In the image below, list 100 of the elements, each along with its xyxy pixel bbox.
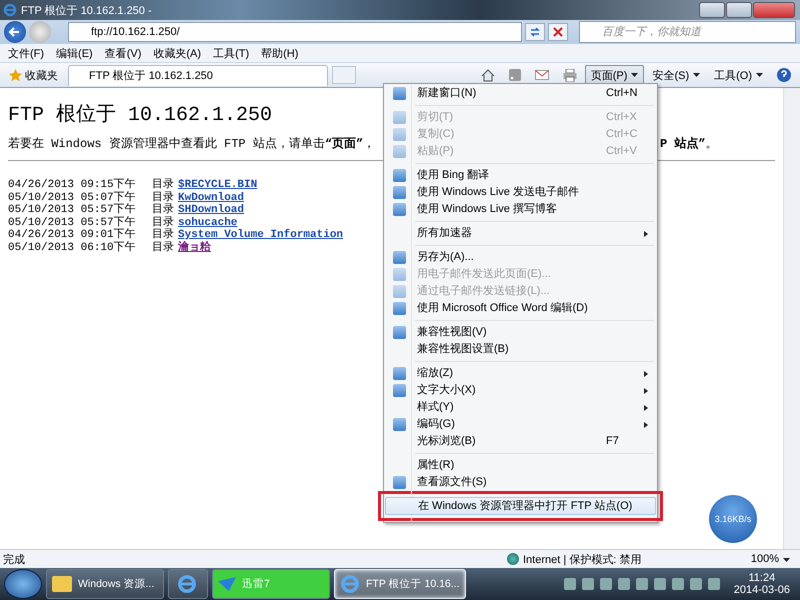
close-icon (553, 27, 563, 37)
menu-item[interactable]: 兼容性视图设置(B) (385, 341, 656, 358)
minimize-button[interactable] (699, 2, 725, 18)
menu-item[interactable]: 编辑(E) (52, 46, 97, 60)
submenu-arrow-icon (644, 370, 648, 376)
menu-icon (392, 302, 406, 315)
search-field[interactable]: 百度一下，你就知道 (579, 21, 796, 43)
back-arrow-icon (8, 25, 22, 39)
menu-icon (392, 268, 406, 281)
menu-item[interactable]: 光标浏览(B) F7 (385, 433, 656, 450)
menu-icon (392, 186, 406, 199)
tray-icon[interactable] (564, 578, 576, 590)
menu-item[interactable]: 使用 Windows Live 撰写博客 (385, 201, 656, 218)
submenu-arrow-icon (644, 388, 648, 394)
folder-link[interactable]: KwDownload (178, 192, 244, 204)
tray-icon[interactable] (654, 578, 666, 590)
menu-item[interactable]: 工具(T) (209, 46, 254, 60)
menu-item[interactable]: 所有加速器 (385, 225, 656, 242)
tray-icon[interactable] (672, 578, 684, 590)
browser-icon (340, 574, 360, 594)
refresh-button[interactable] (525, 23, 545, 41)
caret-icon (693, 73, 700, 77)
command-button[interactable]: 安全(S) (646, 65, 706, 85)
tray-icon[interactable] (708, 578, 720, 590)
menu-item[interactable]: 查看源文件(S) (385, 474, 656, 491)
folder-link[interactable]: SHDownload (178, 204, 244, 216)
clock[interactable]: 11:24 2014-03-06 (724, 572, 800, 596)
zoom-button[interactable]: 100% (746, 553, 794, 565)
back-button[interactable] (4, 21, 26, 43)
star-icon (9, 68, 22, 82)
tray-icon[interactable] (582, 578, 594, 590)
folder-link[interactable]: 瀹ョ粭 (178, 242, 211, 254)
menu-icon (392, 111, 406, 124)
browser-tab[interactable]: FTP 根位于 10.162.1.250 (68, 64, 328, 86)
taskbar-button[interactable]: Windows 资源... (46, 569, 164, 599)
browser-icon (177, 574, 197, 594)
menu-icon (392, 384, 406, 397)
menu-icon (392, 128, 406, 141)
maximize-button[interactable] (726, 2, 752, 18)
stop-button[interactable] (548, 23, 568, 41)
menu-item[interactable]: 使用 Bing 翻译 (385, 167, 656, 184)
tray-icon[interactable] (690, 578, 702, 590)
tray-icon[interactable] (600, 578, 612, 590)
menu-item[interactable]: 兼容性视图(V) (385, 324, 656, 341)
menu-icon (392, 476, 406, 489)
menu-item[interactable]: 缩放(Z) (385, 365, 656, 382)
menu-item[interactable]: 在 Windows 资源管理器中打开 FTP 站点(O) (385, 497, 656, 515)
close-button[interactable] (753, 2, 795, 18)
scrollbar[interactable] (783, 88, 800, 549)
entry-type: 目录 (152, 229, 175, 241)
feed-icon (508, 69, 521, 81)
menu-item[interactable]: 样式(Y) (385, 399, 656, 416)
menu-item[interactable]: 属性(R) (385, 457, 656, 474)
menu-icon (392, 251, 406, 264)
folder-icon (52, 576, 72, 592)
taskbar-button[interactable]: FTP 根位于 10.16... (334, 569, 466, 599)
menu-item[interactable]: 收藏夹(A) (149, 46, 206, 60)
menu-item[interactable]: 新建窗口(N) Ctrl+N (385, 85, 656, 102)
window-title: FTP 根位于 10.162.1.250 - (21, 4, 152, 18)
command-button[interactable]: 页面(P) (584, 65, 644, 85)
caret-icon (756, 73, 763, 77)
folder-link[interactable]: System Volume Information (178, 229, 344, 242)
menu-icon (392, 87, 406, 100)
menu-icon (392, 326, 406, 339)
tray-icon[interactable] (636, 578, 648, 590)
menu-item[interactable]: 文字大小(X) (385, 382, 656, 399)
favorites-button[interactable]: 收藏夹 (3, 68, 64, 82)
menu-item[interactable]: 帮助(H) (257, 46, 302, 60)
caret-icon (631, 73, 638, 77)
menu-item[interactable]: 使用 Windows Live 发送电子邮件 (385, 184, 656, 201)
instruction-text: 若要在 Windows 资源管理器中查看此 FTP 站点，请单击“页面”， (8, 136, 374, 152)
entry-type: 目录 (152, 204, 175, 216)
globe-icon (507, 553, 519, 565)
speed-widget: 3.16KB/s (709, 495, 757, 543)
menu-icon (392, 418, 406, 431)
folder-link[interactable]: sohucache (178, 216, 238, 229)
modified-date: 05/10/2013 05:57下午 (8, 204, 137, 216)
menu-icon (392, 145, 406, 158)
menu-item[interactable]: 使用 Microsoft Office Word 编辑(D) (385, 300, 656, 317)
menu-item[interactable]: 另存为(A)... (385, 249, 656, 266)
menu-item[interactable]: 编码(G) (385, 416, 656, 433)
home-icon (480, 68, 495, 82)
command-button[interactable]: 工具(O) (708, 65, 769, 85)
modified-date: 05/10/2013 06:10下午 (8, 242, 137, 254)
submenu-arrow-icon (644, 230, 648, 236)
menu-icon (392, 367, 406, 380)
tray-icon[interactable] (618, 578, 630, 590)
menu-icon (392, 203, 406, 216)
menu-item[interactable]: 文件(F) (4, 46, 48, 60)
start-button[interactable] (4, 569, 42, 599)
taskbar-button[interactable] (168, 569, 208, 599)
submenu-arrow-icon (644, 404, 648, 410)
entry-type: 目录 (152, 179, 175, 191)
menu-item[interactable]: 查看(V) (100, 46, 146, 60)
modified-date: 05/10/2013 05:07下午 (8, 192, 137, 204)
folder-link[interactable]: $RECYCLE.BIN (178, 179, 258, 192)
menu-icon (392, 285, 406, 298)
browser-icon (3, 3, 17, 17)
submenu-arrow-icon (644, 422, 648, 428)
address-field[interactable]: ftp://10.162.1.250/ (68, 22, 522, 42)
